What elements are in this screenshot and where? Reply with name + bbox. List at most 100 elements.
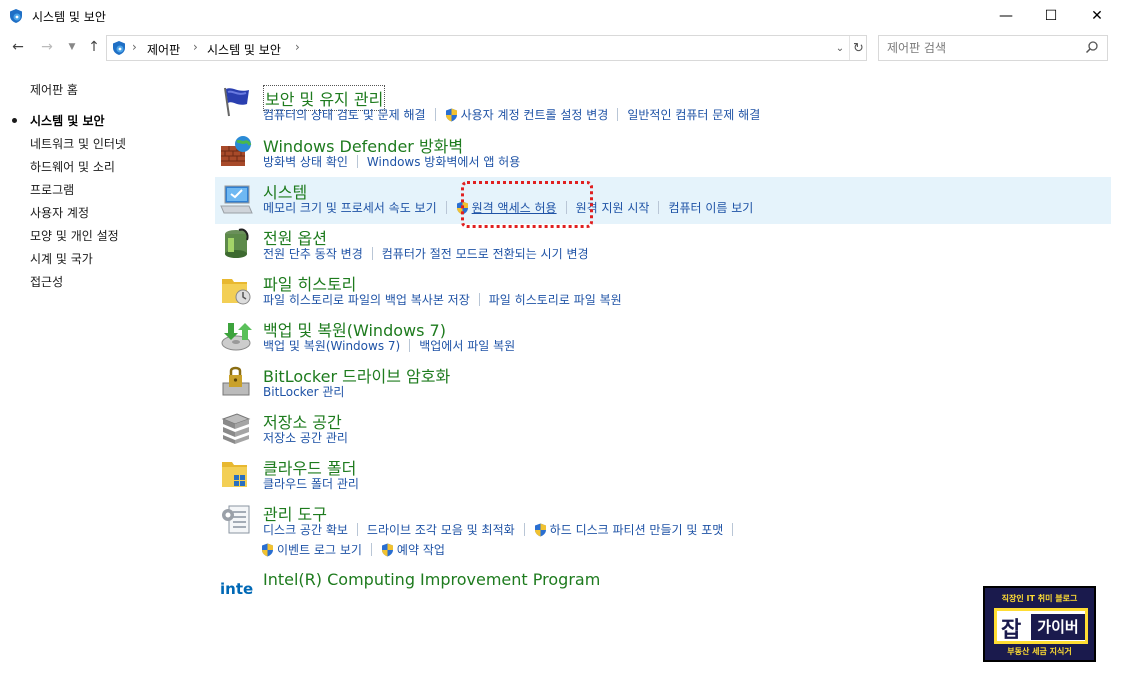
storage-icon xyxy=(221,413,251,444)
chevron-down-icon: ▼ xyxy=(68,42,76,52)
window-title: 시스템 및 보안 xyxy=(32,10,106,24)
link-divider xyxy=(371,247,373,260)
watermark-subtitle: 부동산 세금 지식거 xyxy=(1007,647,1072,656)
maximize-button[interactable]: ☐ xyxy=(1028,0,1074,32)
link-restore-files[interactable]: 파일 히스토리로 파일 복원 xyxy=(489,291,622,308)
computer-icon xyxy=(220,185,253,214)
refresh-button[interactable]: ↻ xyxy=(849,36,867,60)
category-title[interactable]: Intel(R) Computing Improvement Program xyxy=(263,570,600,589)
link-power-button[interactable]: 전원 단추 동작 변경 xyxy=(263,245,363,262)
link-allow-app[interactable]: Windows 방화벽에서 앱 허용 xyxy=(367,153,520,170)
category-admin-tools: 관리 도구 디스크 공간 확보 드라이브 조각 모음 및 최적화 하드 디스크 … xyxy=(215,500,1111,570)
link-disk-cleanup[interactable]: 디스크 공간 확보 xyxy=(263,521,348,538)
category-firewall: Windows Defender 방화벽 방화벽 상태 확인 Windows 방… xyxy=(215,130,1111,174)
address-dropdown-button[interactable]: ⌄ xyxy=(831,36,849,60)
link-check-firewall[interactable]: 방화벽 상태 확인 xyxy=(263,153,348,170)
bitlocker-icon xyxy=(222,366,250,396)
link-divider xyxy=(478,293,480,306)
category-system: 시스템 메모리 크기 및 프로세서 속도 보기 원격 액세스 허용 원격 지원 … xyxy=(215,177,1111,224)
sidebar-item-appearance[interactable]: 모양 및 개인 설정 xyxy=(30,227,119,244)
forward-button[interactable]: → xyxy=(37,37,57,57)
backup-icon xyxy=(221,323,252,351)
link-create-partitions[interactable]: 하드 디스크 파티션 만들기 및 포맷 xyxy=(534,521,723,538)
link-review-status[interactable]: 컴퓨터의 상태 검토 및 문제 해결 xyxy=(263,106,426,123)
uac-shield-icon xyxy=(381,543,393,556)
flag-icon xyxy=(224,87,249,117)
link-sleep-timing[interactable]: 컴퓨터가 절전 모드로 전환되는 시기 변경 xyxy=(382,245,589,262)
sidebar-item-hardware[interactable]: 하드웨어 및 소리 xyxy=(30,158,115,175)
category-intel: intel Intel(R) Computing Improvement Pro… xyxy=(215,565,1111,605)
link-backup-restore-win7[interactable]: 백업 및 복원(Windows 7) xyxy=(263,337,400,354)
up-button[interactable]: ↑ xyxy=(84,37,104,57)
category-backup-restore: 백업 및 복원(Windows 7) 백업 및 복원(Windows 7) 백업… xyxy=(215,316,1111,362)
link-label: 사용자 계정 컨트롤 설정 변경 xyxy=(460,108,609,122)
link-manage-storage[interactable]: 저장소 공간 관리 xyxy=(263,429,348,446)
file-history-icon xyxy=(222,279,251,305)
link-manage-bitlocker[interactable]: BitLocker 관리 xyxy=(263,383,344,400)
uac-shield-icon xyxy=(262,543,273,556)
link-divider xyxy=(434,108,436,121)
link-event-logs[interactable]: 이벤트 로그 보기 xyxy=(261,541,362,558)
link-divider xyxy=(409,339,411,352)
sidebar-item-home[interactable]: 제어판 홈 xyxy=(30,81,78,98)
sidebar-item-clock-region[interactable]: 시계 및 국가 xyxy=(30,250,93,267)
link-backup-copies[interactable]: 파일 히스토리로 파일의 백업 복사본 저장 xyxy=(263,291,470,308)
uac-shield-icon xyxy=(445,108,457,121)
category-links: 방화벽 상태 확인 Windows 방화벽에서 앱 허용 xyxy=(263,153,520,170)
category-storage-spaces: 저장소 공간 저장소 공간 관리 xyxy=(215,408,1111,454)
link-uac-settings[interactable]: 사용자 계정 컨트롤 설정 변경 xyxy=(445,106,609,123)
breadcrumb-separator-icon[interactable]: › xyxy=(295,40,300,54)
sidebar-item-network[interactable]: 네트워크 및 인터넷 xyxy=(30,135,126,152)
search-input[interactable] xyxy=(887,40,1077,56)
refresh-icon: ↻ xyxy=(853,40,864,56)
link-manage-work-folders[interactable]: 클라우드 폴더 관리 xyxy=(263,475,359,492)
chevron-down-icon: ⌄ xyxy=(835,42,845,54)
control-panel-icon xyxy=(10,9,22,23)
sidebar-item-programs[interactable]: 프로그램 xyxy=(30,181,74,198)
admin-tools-icon xyxy=(222,505,250,534)
search-icon[interactable] xyxy=(1085,40,1099,54)
category-links: 클라우드 폴더 관리 xyxy=(263,475,359,492)
link-defrag[interactable]: 드라이브 조각 모음 및 최적화 xyxy=(367,521,515,538)
navigation-bar: ← → ▼ ↑ › 제어판 › 시스템 및 보안 › ⌄ ↻ xyxy=(0,33,1121,63)
minimize-icon: — xyxy=(999,8,1013,24)
minimize-button[interactable]: — xyxy=(983,0,1029,32)
search-box[interactable] xyxy=(878,35,1108,61)
link-computer-name[interactable]: 컴퓨터 이름 보기 xyxy=(668,199,753,216)
sidebar-item-accessibility[interactable]: 접근성 xyxy=(30,273,63,290)
category-security-maintenance: 보안 및 유지 관리 컴퓨터의 상태 검토 및 문제 해결 사용자 계정 컨트롤… xyxy=(215,80,1111,126)
link-label: 예약 작업 xyxy=(396,543,445,557)
category-links: 파일 히스토리로 파일의 백업 복사본 저장 파일 히스토리로 파일 복원 xyxy=(263,291,622,308)
link-restore-from-backup[interactable]: 백업에서 파일 복원 xyxy=(419,337,515,354)
link-memory-cpu[interactable]: 메모리 크기 및 프로세서 속도 보기 xyxy=(263,199,437,216)
link-divider xyxy=(356,523,358,536)
category-work-folders: 클라우드 폴더 클라우드 폴더 관리 xyxy=(215,454,1111,500)
arrow-left-icon: ← xyxy=(12,39,24,55)
link-scheduled-tasks[interactable]: 예약 작업 xyxy=(381,541,445,558)
breadcrumb-separator-icon[interactable]: › xyxy=(193,40,198,54)
recent-locations-button[interactable]: ▼ xyxy=(62,37,82,57)
breadcrumb-item-control-panel[interactable]: 제어판 xyxy=(147,41,180,58)
title-bar: 시스템 및 보안 — ☐ ✕ xyxy=(0,0,1121,32)
watermark-brand-left: 잡 xyxy=(1001,618,1022,643)
link-divider xyxy=(658,201,660,214)
close-button[interactable]: ✕ xyxy=(1074,0,1120,32)
category-power: 전원 옵션 전원 단추 동작 변경 컴퓨터가 절전 모드로 전환되는 시기 변경 xyxy=(215,224,1111,270)
close-icon: ✕ xyxy=(1091,8,1103,24)
back-button[interactable]: ← xyxy=(8,37,28,57)
link-divider xyxy=(617,108,619,121)
sidebar-item-system-security[interactable]: 시스템 및 보안 xyxy=(30,112,105,129)
cloud-folder-icon xyxy=(222,462,247,487)
watermark-brand-right: 가이버 xyxy=(1031,614,1085,640)
intel-logo-icon: intel xyxy=(220,580,253,598)
link-label: 이벤트 로그 보기 xyxy=(277,543,362,557)
firewall-icon xyxy=(221,136,252,166)
sidebar-item-user-accounts[interactable]: 사용자 계정 xyxy=(30,204,89,221)
category-file-history: 파일 히스토리 파일 히스토리로 파일의 백업 복사본 저장 파일 히스토리로 … xyxy=(215,270,1111,316)
address-bar[interactable]: › 제어판 › 시스템 및 보안 › ⌄ ↻ xyxy=(106,35,867,61)
category-links: 저장소 공간 관리 xyxy=(263,429,348,446)
link-divider xyxy=(732,523,734,536)
breadcrumb-item-system-security[interactable]: 시스템 및 보안 xyxy=(207,41,281,58)
link-troubleshoot[interactable]: 일반적인 컴퓨터 문제 해결 xyxy=(627,106,760,123)
breadcrumb-separator-icon[interactable]: › xyxy=(132,40,137,54)
